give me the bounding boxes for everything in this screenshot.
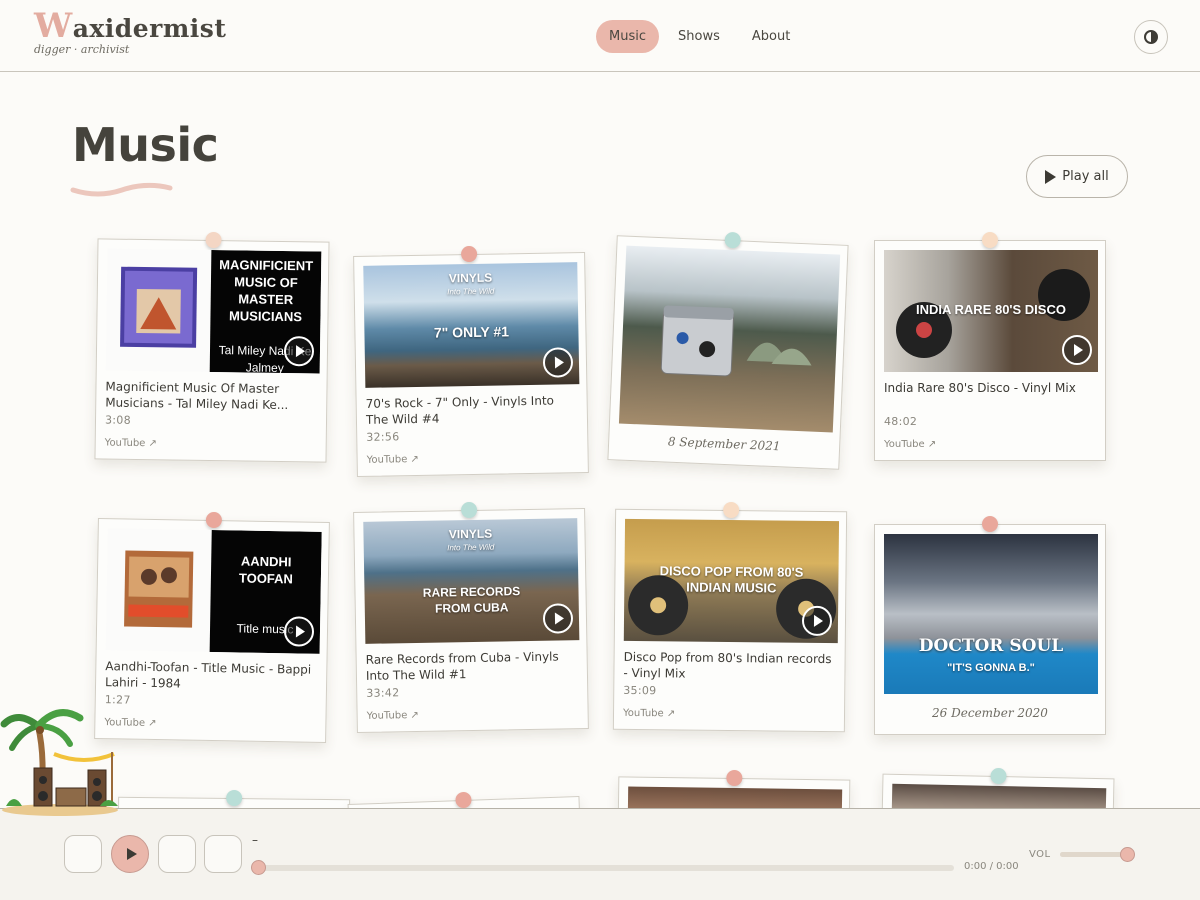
nav-about[interactable]: About — [739, 20, 803, 53]
track-duration: 33:42 — [366, 686, 400, 700]
pin-icon — [460, 245, 478, 263]
card-thumbnail: VINYLS Into The Wild 7" ONLY #1 — [363, 262, 580, 388]
track-title: 70's Rock - 7" Only - Vinyls Into The Wi… — [365, 393, 555, 427]
post-date: 26 December 2020 — [932, 706, 1048, 720]
pin-icon — [990, 767, 1007, 785]
music-card[interactable]: DISCO POP FROM 80'S INDIAN MUSIC Disco P… — [612, 501, 848, 733]
pin-icon — [205, 231, 222, 249]
track-duration: 32:56 — [366, 430, 400, 444]
music-card[interactable]: VINYLS Into The Wild 7" ONLY #1 70's Roc… — [353, 245, 589, 478]
pin-icon — [724, 231, 742, 249]
album-cover — [105, 528, 212, 652]
source-link[interactable]: YouTube ↗ — [367, 707, 579, 722]
pin-icon — [723, 501, 740, 519]
play-track-button[interactable] — [801, 605, 833, 637]
volume-label: VOL — [1029, 849, 1051, 860]
music-card[interactable]: INDIA RARE 80'S DISCO India Rare 80's Di… — [874, 232, 1106, 461]
nav-shows[interactable]: Shows — [665, 20, 733, 53]
next-track-button[interactable] — [158, 835, 196, 873]
track-duration: 1:27 — [104, 693, 131, 707]
volume-handle[interactable] — [1119, 847, 1135, 862]
seek-bar[interactable] — [251, 860, 954, 875]
nav-music[interactable]: Music — [596, 20, 659, 53]
pin-icon — [982, 516, 998, 532]
track-title: Aandhi-Toofan - Title Music - Bappi Lahi… — [104, 659, 312, 691]
track-duration: 35:09 — [623, 683, 657, 698]
theme-toggle-button[interactable] — [1134, 20, 1168, 54]
site-logo[interactable]: Waxidermist digger · archivist — [34, 8, 226, 56]
volume-fill — [1060, 852, 1127, 857]
page-title: Music — [72, 118, 219, 172]
track-duration: 48:02 — [884, 415, 918, 428]
photo-card[interactable]: DOCTOR SOUL "IT'S GONNA B." 26 December … — [874, 516, 1106, 735]
main-nav: Music Shows About — [596, 20, 803, 53]
pin-icon — [726, 769, 743, 787]
play-all-label: Play all — [1062, 169, 1109, 184]
source-link[interactable]: YouTube ↗ — [367, 451, 579, 466]
title-underline-squiggle — [70, 182, 173, 197]
source-link[interactable]: YouTube ↗ — [104, 717, 316, 732]
track-duration: 3:08 — [104, 413, 132, 427]
card-thumbnail: VINYLS Into The Wild RARE RECORDS FROM C… — [363, 518, 580, 644]
play-all-button[interactable]: Play all — [1026, 155, 1128, 198]
track-title: India Rare 80's Disco - Vinyl Mix — [884, 381, 1076, 395]
play-track-button[interactable] — [542, 603, 574, 634]
site-header: Waxidermist digger · archivist Music Sho… — [0, 0, 1200, 72]
palm-tree-speakers-decoration — [0, 709, 118, 816]
pin-icon — [982, 232, 998, 248]
play-pause-button[interactable] — [111, 835, 149, 873]
contrast-icon — [1144, 30, 1158, 44]
card-thumbnail: INDIA RARE 80'S DISCO — [884, 250, 1098, 372]
audio-player-bar: – 0:00 / 0:00 VOL — [0, 808, 1200, 900]
track-title: Disco Pop from 80's Indian records - Vin… — [623, 649, 832, 681]
seek-handle[interactable] — [251, 860, 266, 875]
time-readout: 0:00 / 0:00 — [964, 861, 1019, 872]
photo-card[interactable]: 8 September 2021 — [607, 231, 849, 470]
card-photo: DOCTOR SOUL "IT'S GONNA B." — [884, 534, 1098, 694]
source-link[interactable]: YouTube ↗ — [105, 438, 317, 452]
track-title: Magnificient Music Of Master Musicians -… — [105, 379, 289, 413]
pin-icon — [460, 501, 478, 519]
play-track-button[interactable] — [1062, 335, 1092, 365]
music-card[interactable]: MAGNIFICIENT MUSIC OF MASTER MUSICIANS T… — [94, 231, 330, 463]
play-icon — [1045, 169, 1057, 184]
card-thumbnail: AANDHI TOOFAN Title music — [105, 528, 322, 654]
album-cover — [105, 248, 212, 372]
shuffle-button[interactable] — [204, 835, 242, 873]
source-link[interactable]: YouTube ↗ — [623, 708, 835, 721]
card-photo — [618, 245, 841, 433]
music-card[interactable]: AANDHI TOOFAN Title music Aandhi-Toofan … — [94, 511, 330, 744]
pin-icon — [455, 791, 472, 809]
now-playing-title: – — [252, 833, 258, 847]
card-thumbnail: MAGNIFICIENT MUSIC OF MASTER MUSICIANS T… — [105, 248, 322, 374]
logo-wordmark: Waxidermist — [34, 6, 227, 46]
play-icon — [126, 848, 137, 860]
volume-slider[interactable] — [1060, 847, 1135, 862]
pin-icon — [205, 511, 223, 529]
source-link[interactable]: YouTube ↗ — [884, 439, 1096, 450]
previous-track-button[interactable] — [64, 835, 102, 873]
card-thumbnail: DISCO POP FROM 80'S INDIAN MUSIC — [623, 518, 840, 644]
track-title: Rare Records from Cuba - Vinyls Into The… — [365, 649, 559, 683]
music-card[interactable]: VINYLS Into The Wild RARE RECORDS FROM C… — [353, 501, 589, 734]
pin-icon — [226, 789, 243, 807]
play-track-button[interactable] — [542, 347, 574, 378]
